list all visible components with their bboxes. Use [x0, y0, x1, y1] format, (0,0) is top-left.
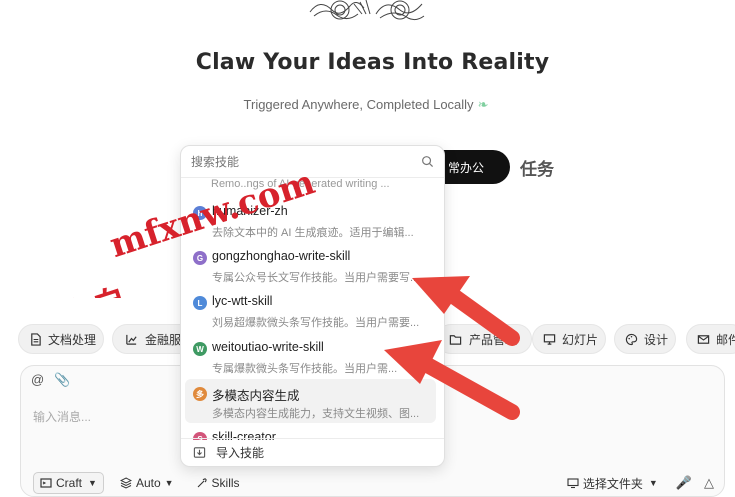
auto-label: Auto: [135, 476, 161, 490]
chip-label: 邮件: [716, 332, 735, 347]
craft-mode-button[interactable]: Craft ▼: [33, 472, 104, 494]
monitor-icon: [567, 478, 579, 489]
microphone-icon[interactable]: 🎤: [676, 475, 692, 491]
chip-slides[interactable]: 幻灯片: [532, 324, 606, 354]
skill-list: Remo..ngs of AI-generated writing ... h …: [181, 178, 444, 440]
skill-name: humanizer-zh: [212, 204, 288, 218]
skill-avatar: 多: [193, 387, 207, 401]
select-folder-button[interactable]: 选择文件夹 ▼: [561, 472, 664, 494]
composer-bottom-bar: Craft ▼ Auto ▼ Skills 选择文件夹 ▼ 🎤 △: [33, 472, 714, 494]
skill-avatar: L: [193, 296, 207, 310]
skill-name: 多模态内容生成: [212, 389, 300, 403]
import-icon: [193, 447, 206, 458]
skill-search-input[interactable]: [191, 153, 416, 171]
skill-description: 去除文本中的 AI 生成痕迹。适用于编辑...: [212, 227, 414, 239]
chip-label: 幻灯片: [562, 332, 599, 347]
warning-icon[interactable]: △: [704, 475, 714, 491]
chip-design[interactable]: 设计: [614, 324, 676, 354]
skill-description: 刘易超爆款微头条写作技能。当用户需要...: [212, 317, 420, 329]
mode-active-label: 常办公: [447, 160, 484, 175]
folder-icon: [447, 331, 463, 347]
hero-subtitle-text: Triggered Anywhere, Completed Locally: [243, 97, 474, 112]
skill-item-humanizer-zh[interactable]: h humanizer-zh 去除文本中的 AI 生成痕迹。适用于编辑...: [185, 198, 436, 242]
skill-name: weitoutiao-write-skill: [212, 340, 324, 354]
skill-name: gongzhonghao-write-skill: [212, 249, 351, 263]
chip-mail[interactable]: 邮件: [686, 324, 735, 354]
auto-model-button[interactable]: Auto ▼: [114, 472, 180, 494]
attachment-icon[interactable]: 📎: [54, 372, 70, 388]
chevron-down-icon: ▼: [648, 478, 658, 488]
skill-item-gongzhonghao-write-skill[interactable]: G gongzhonghao-write-skill 专属公众号长文写作技能。当…: [185, 243, 436, 287]
mention-icon[interactable]: @: [31, 372, 44, 388]
watermark-prefix: 源来自: [23, 281, 132, 298]
monitor-icon: [543, 331, 556, 347]
import-skill-label: 导入技能: [216, 446, 265, 460]
chip-product[interactable]: 产品管理: [436, 324, 532, 354]
skill-description: 专属公众号长文写作技能。当用户需要写...: [212, 272, 420, 284]
leaf-icon: ❧: [477, 97, 489, 112]
skill-description: 多模态内容生成能力，支持文生视频、图...: [212, 408, 420, 420]
skill-search-bar: [181, 146, 444, 178]
composer-toolbar: @ 📎: [31, 372, 70, 388]
skill-avatar: h: [193, 206, 207, 220]
craft-icon: [40, 478, 52, 488]
hero-subtitle: Triggered Anywhere, Completed Locally ❧: [0, 97, 732, 113]
magic-icon: [197, 478, 207, 488]
skill-item-multimodal[interactable]: 多 多模态内容生成 多模态内容生成能力，支持文生视频、图...: [185, 379, 436, 423]
composer-right-tools: 选择文件夹 ▼ 🎤 △: [561, 472, 714, 494]
craft-label: Craft: [56, 476, 83, 490]
chevron-down-icon: ▼: [88, 478, 97, 488]
chip-label: 产品管理: [469, 332, 518, 347]
mail-icon: [697, 331, 710, 347]
search-icon[interactable]: [421, 155, 434, 168]
tab-tasks[interactable]: 任务: [520, 155, 554, 180]
skill-avatar: W: [193, 342, 207, 356]
message-input-placeholder[interactable]: 输入消息...: [33, 408, 91, 425]
skill-item-lyc-wtt-skill[interactable]: L lyc-wtt-skill 刘易超爆款微头条写作技能。当用户需要...: [185, 288, 436, 332]
palette-icon: [625, 331, 638, 347]
document-icon: [29, 331, 42, 347]
chip-label: 设计: [644, 332, 669, 347]
skill-avatar: G: [193, 251, 207, 265]
skills-button[interactable]: Skills: [190, 472, 246, 494]
skills-label: Skills: [211, 476, 240, 490]
skill-item-weitoutiao-write-skill[interactable]: W weitoutiao-write-skill 专属爆款微头条写作技能。当用户…: [185, 334, 436, 378]
select-folder-label: 选择文件夹: [582, 476, 643, 491]
chip-document[interactable]: 文档处理: [18, 324, 104, 354]
skill-desc-partial: Remo..ngs of AI-generated writing ...: [211, 178, 390, 190]
layers-icon: [119, 477, 132, 489]
skill-description: 专属爆款微头条写作技能。当用户需...: [212, 363, 398, 375]
chart-icon: [123, 331, 139, 347]
skill-dropdown: Remo..ngs of AI-generated writing ... h …: [180, 145, 445, 467]
import-skill-button[interactable]: 导入技能: [181, 438, 444, 466]
chevron-down-icon: ▼: [164, 478, 174, 488]
hero-illustration: [309, 0, 425, 21]
chip-label: 文档处理: [48, 332, 97, 347]
skill-name: lyc-wtt-skill: [212, 294, 273, 308]
hero-title: Claw Your Ideas Into Reality: [195, 50, 550, 75]
